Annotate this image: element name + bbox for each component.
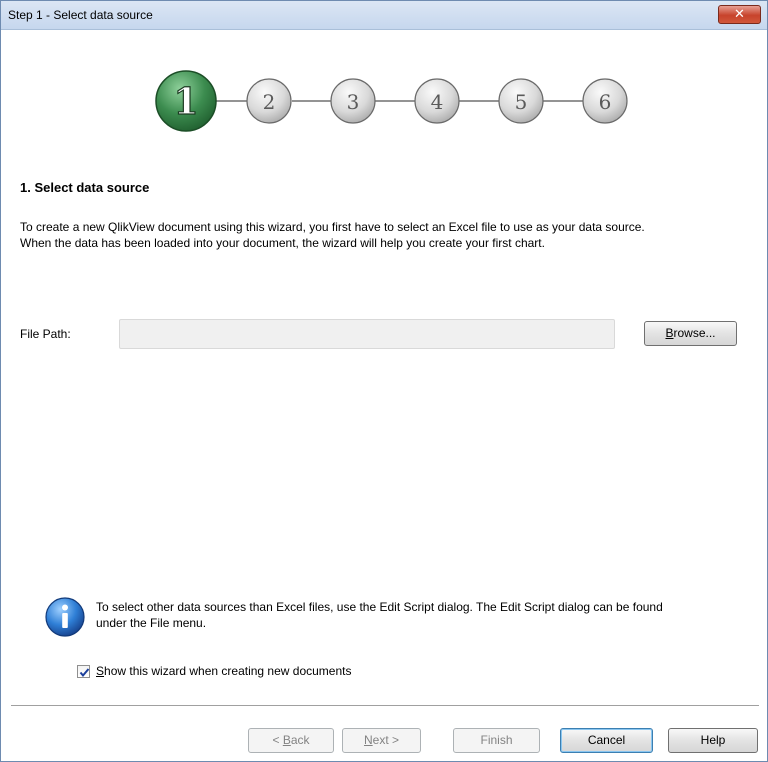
- step-4-label: 4: [431, 90, 444, 114]
- browse-accel: B: [665, 326, 674, 340]
- info-line-1: To select other data sources than Excel …: [96, 600, 663, 614]
- file-path-label: File Path:: [20, 327, 71, 341]
- wizard-dialog: Step 1 - Select data source ✕ 1 2 3 4 5 …: [0, 0, 768, 762]
- step-6: 6: [582, 78, 628, 124]
- step-6-label: 6: [599, 90, 612, 114]
- browse-button[interactable]: Browse...: [644, 321, 737, 346]
- next-button[interactable]: Next >: [342, 728, 421, 753]
- finish-button[interactable]: Finish: [453, 728, 540, 753]
- step-3: 3: [330, 78, 376, 124]
- step-2-label: 2: [263, 90, 276, 114]
- show-wizard-accel: S: [96, 664, 105, 678]
- checkmark-icon: [79, 668, 90, 678]
- step-1: 1: [155, 70, 217, 132]
- back-button[interactable]: < Back: [248, 728, 334, 753]
- file-path-input[interactable]: [119, 319, 615, 349]
- back-accel: B: [282, 733, 291, 747]
- step-1-label: 1: [173, 81, 198, 123]
- info-line-2: under the File menu.: [96, 616, 207, 630]
- description: To create a new QlikView document using …: [20, 219, 750, 251]
- show-wizard-checkbox[interactable]: [77, 665, 90, 678]
- step-2: 2: [246, 78, 292, 124]
- cancel-button[interactable]: Cancel: [560, 728, 653, 753]
- description-line-1: To create a new QlikView document using …: [20, 220, 645, 234]
- step-3-label: 3: [347, 90, 360, 114]
- next-accel: N: [363, 733, 373, 747]
- back-prefix: <: [272, 733, 283, 747]
- step-5: 5: [498, 78, 544, 124]
- browse-label: rowse...: [673, 326, 716, 340]
- info-icon: [45, 597, 85, 637]
- info-message: To select other data sources than Excel …: [96, 599, 751, 631]
- show-wizard-text: how this wizard when creating new docume…: [104, 664, 352, 678]
- back-label: ack: [290, 733, 310, 747]
- step-5-label: 5: [515, 90, 528, 114]
- footer-separator: [11, 705, 759, 707]
- help-button[interactable]: Help: [668, 728, 758, 753]
- show-wizard-label[interactable]: Show this wizard when creating new docum…: [96, 664, 351, 678]
- description-line-2: When the data has been loaded into your …: [20, 236, 545, 250]
- section-heading: 1. Select data source: [20, 180, 150, 195]
- next-label: ext >: [372, 733, 400, 747]
- step-indicator: 1 2 3 4 5 6: [155, 70, 628, 132]
- step-4: 4: [414, 78, 460, 124]
